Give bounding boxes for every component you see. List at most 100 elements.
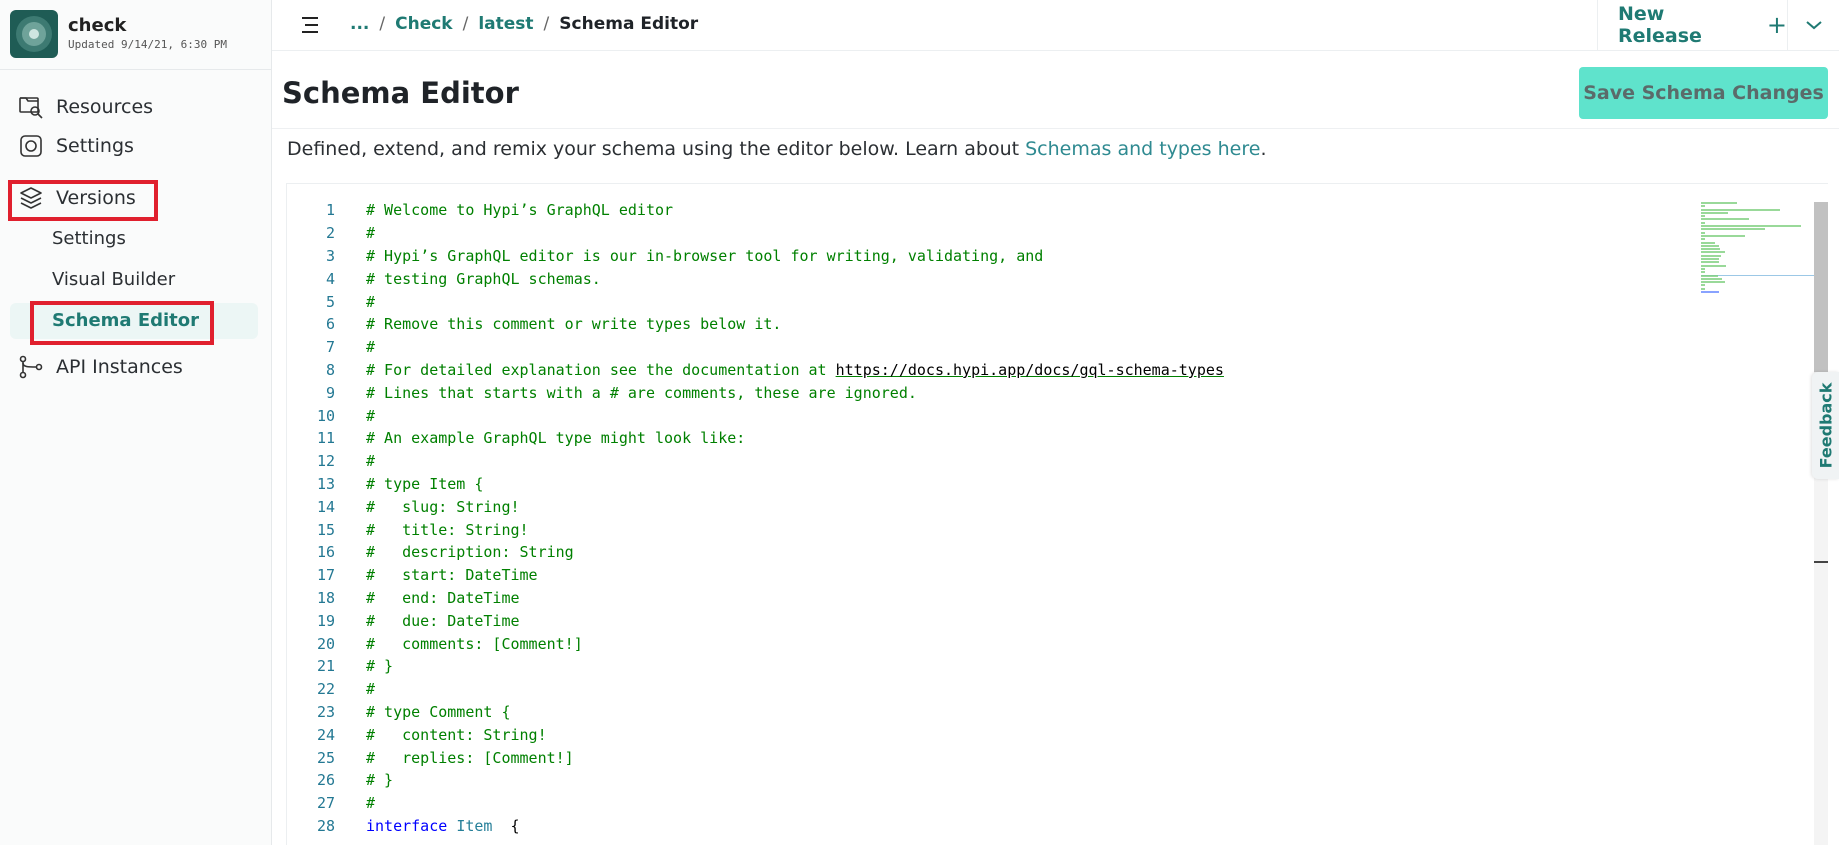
release-dropdown-button[interactable] (1787, 0, 1839, 50)
code-line[interactable]: 16 # description: String (287, 541, 574, 564)
minimap-line (1701, 248, 1720, 251)
line-number: 6 (325, 315, 335, 334)
code-line[interactable]: 27 # (287, 792, 375, 815)
code-comment: # start: DateTime (366, 566, 538, 585)
code-line[interactable]: 15 # title: String! (287, 518, 529, 541)
line-number: 21 (316, 657, 335, 676)
code-line[interactable]: 21 # } (287, 655, 393, 678)
code-line[interactable]: 2 # (287, 222, 375, 245)
code-type-name: Item (456, 816, 493, 835)
code-line[interactable]: 28 interface Item { (287, 815, 520, 838)
sidebar-subitem-settings[interactable]: Settings (52, 225, 126, 253)
minimap-line (1701, 202, 1737, 204)
sidebar-subitem-visual-builder[interactable]: Visual Builder (52, 266, 175, 294)
code-line[interactable]: 18 # end: DateTime (287, 587, 520, 610)
code-line[interactable]: 8 # For detailed explanation see the docu… (287, 359, 1224, 382)
minimap-line (1701, 281, 1726, 284)
code-line[interactable]: 7 # (287, 336, 375, 359)
line-number: 26 (316, 771, 335, 790)
code-line[interactable]: 12 # (287, 450, 375, 473)
breadcrumb-ellipsis[interactable]: ... (350, 14, 369, 34)
breadcrumb-separator: / (379, 14, 386, 34)
line-code: # Hypi’s GraphQL editor is our in-browse… (366, 247, 1043, 265)
code-line[interactable]: 6 # Remove this comment or write types be… (287, 313, 781, 336)
code-line[interactable]: 14 # slug: String! (287, 495, 520, 518)
code-editor[interactable]: 1 # Welcome to Hypi’s GraphQL editor 2 #3 # … (286, 183, 1828, 845)
code-comment: # type Comment { (366, 702, 511, 721)
page-description: Defined, extend, and remix your schema u… (287, 138, 1266, 160)
line-code: # (366, 452, 375, 470)
code-line[interactable]: 26 # } (287, 769, 393, 792)
minimap-line (1701, 277, 1722, 280)
code-line[interactable]: 10 # (287, 404, 375, 427)
minimap-line (1701, 254, 1721, 257)
feedback-tab[interactable]: Feedback (1812, 372, 1839, 479)
top-bar: ... / Check / latest / Schema Editor New… (272, 0, 1839, 51)
line-number: 12 (316, 452, 335, 471)
line-number: 5 (325, 292, 335, 311)
code-line[interactable]: 11 # An example GraphQL type might look l… (287, 427, 745, 450)
editor-scrollbar-thumb[interactable] (1814, 202, 1828, 372)
code-lines[interactable]: 1 # Welcome to Hypi’s GraphQL editor 2 #3 # … (287, 199, 1224, 838)
breadcrumb-link-latest[interactable]: latest (478, 14, 533, 34)
minimap-line (1701, 291, 1719, 294)
minimap-line (1701, 221, 1705, 224)
line-number: 24 (316, 725, 335, 744)
line-code: # content: String! (366, 726, 547, 744)
line-code: # } (366, 771, 393, 789)
line-code: # Welcome to Hypi’s GraphQL editor (366, 201, 673, 219)
code-line[interactable]: 17 # start: DateTime (287, 564, 538, 587)
sidebar-item-api-instances[interactable]: API Instances (18, 351, 183, 383)
code-comment: # (366, 452, 376, 471)
schemas-docs-link[interactable]: Schemas and types here (1025, 138, 1260, 160)
code-line[interactable]: 24 # content: String! (287, 723, 547, 746)
minimap-line (1701, 205, 1705, 208)
code-comment: # (366, 292, 376, 311)
line-code: # comments: [Comment!] (366, 635, 583, 653)
feedback-label: Feedback (1816, 382, 1835, 469)
sidebar-item-resources[interactable]: Resources (18, 91, 153, 123)
minimap-line (1701, 267, 1705, 270)
code-line[interactable]: 19 # due: DateTime (287, 609, 520, 632)
code-punctuation: { (492, 816, 520, 835)
code-line[interactable]: 25 # replies: [Comment!] (287, 746, 574, 769)
sidebar-item-settings[interactable]: Settings (18, 130, 134, 162)
code-comment: # For detailed explanation see the docum… (366, 360, 836, 379)
line-code: # (366, 794, 375, 812)
hamburger-menu-icon[interactable] (299, 14, 321, 36)
code-comment: # comments: [Comment!] (366, 634, 583, 653)
breadcrumb-link-check[interactable]: Check (395, 14, 453, 34)
code-line[interactable]: 20 # comments: [Comment!] (287, 632, 583, 655)
code-line[interactable]: 4 # testing GraphQL schemas. (287, 267, 601, 290)
new-release-button[interactable]: New Release + (1597, 0, 1787, 50)
minimap-line (1701, 231, 1705, 234)
line-number: 25 (316, 748, 335, 767)
minimap-line (1701, 228, 1766, 231)
project-header[interactable]: check Updated 9/14/21, 6:30 PM (10, 9, 227, 59)
code-comment: # (366, 338, 376, 357)
code-line[interactable]: 1 # Welcome to Hypi’s GraphQL editor (287, 199, 673, 222)
code-line[interactable]: 13 # type Item { (287, 473, 483, 496)
line-code: # start: DateTime (366, 566, 538, 584)
minimap-line (1701, 258, 1719, 261)
sidebar-item-label: API Instances (56, 356, 183, 378)
line-number: 22 (316, 680, 335, 699)
minimap-line (1701, 287, 1705, 290)
save-schema-changes-button[interactable]: Save Schema Changes (1579, 67, 1828, 119)
code-line[interactable]: 9 # Lines that starts with a # are commen… (287, 381, 917, 404)
code-comment: # due: DateTime (366, 611, 520, 630)
editor-minimap[interactable] (1701, 202, 1816, 294)
code-line[interactable]: 23 # type Comment { (287, 701, 511, 724)
code-line[interactable]: 3 # Hypi’s GraphQL editor is our in-brows… (287, 245, 1043, 268)
code-line[interactable]: 22 # (287, 678, 375, 701)
line-code: # For detailed explanation see the docum… (366, 361, 1224, 379)
line-code: # Remove this comment or write types bel… (366, 315, 781, 333)
line-code: interface Item { (366, 817, 520, 835)
line-number: 27 (316, 794, 335, 813)
line-number: 4 (325, 269, 335, 288)
chevron-down-icon (1805, 16, 1823, 35)
code-comment: # content: String! (366, 725, 547, 744)
code-line[interactable]: 5 # (287, 290, 375, 313)
branch-icon (18, 354, 44, 380)
docs-url-link[interactable]: https://docs.hypi.app/docs/gql-schema-ty… (836, 361, 1224, 379)
